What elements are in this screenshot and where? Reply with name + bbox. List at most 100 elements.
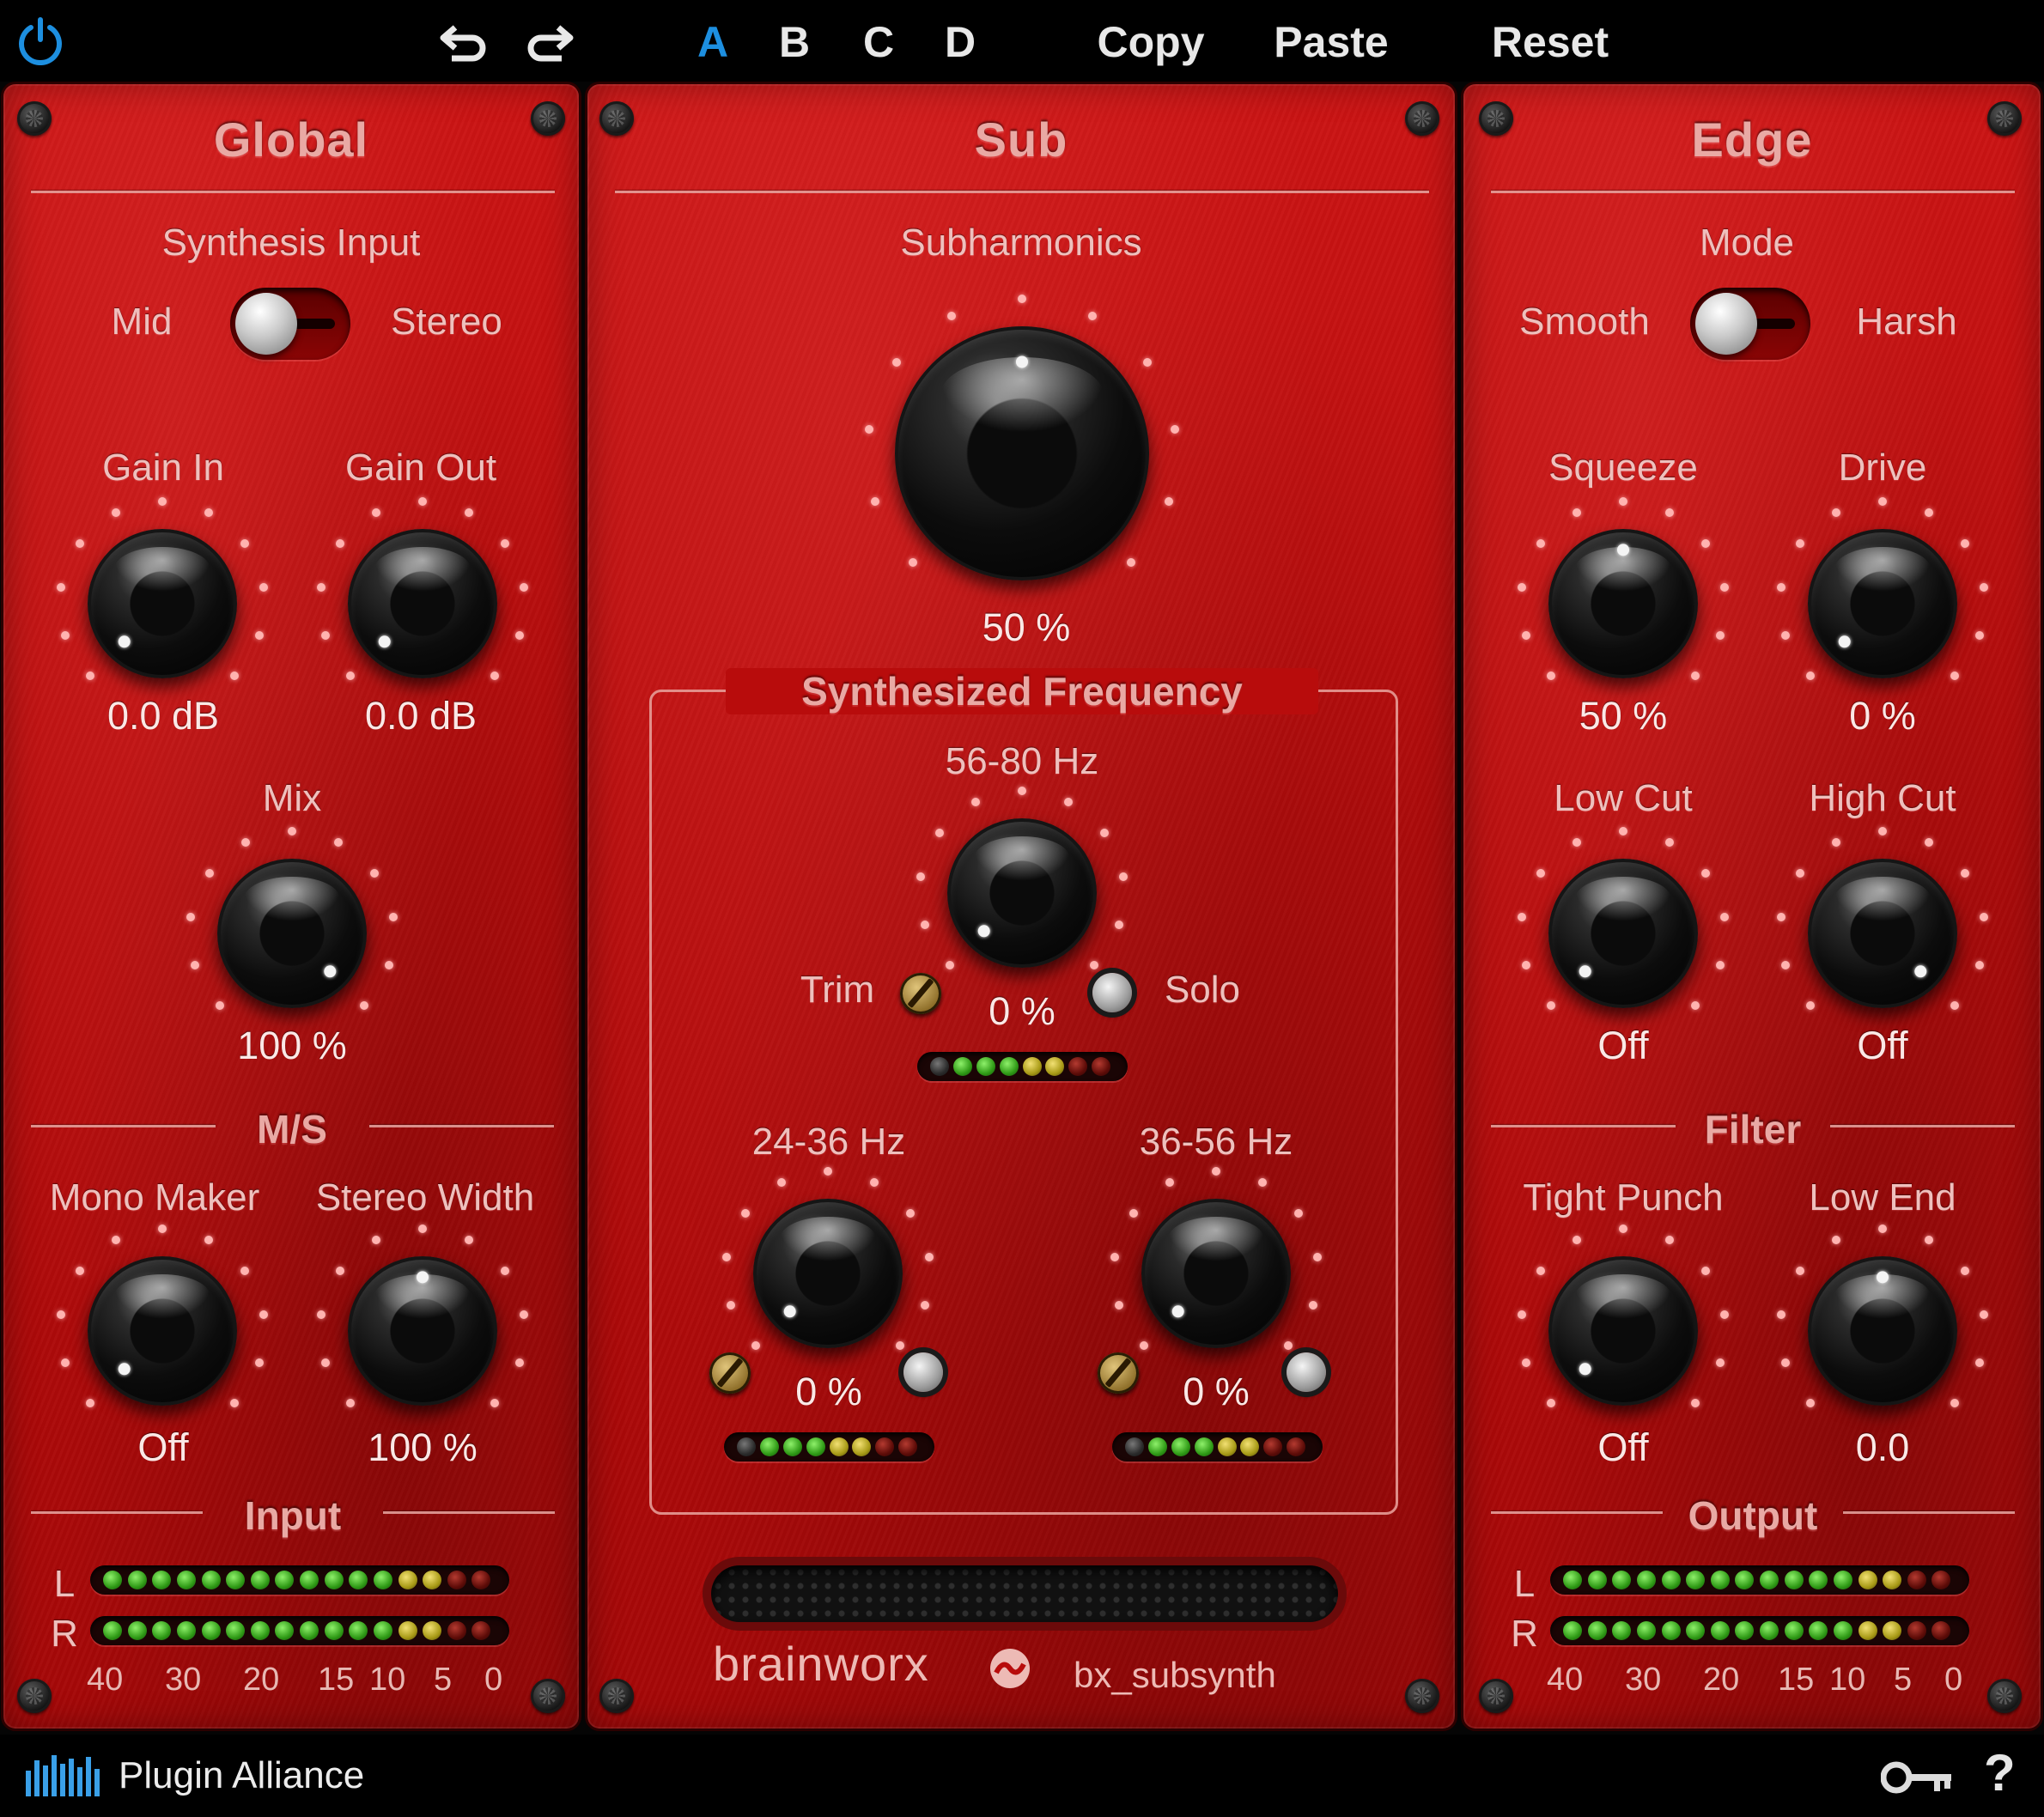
subharmonics-label: Subharmonics <box>900 222 1142 264</box>
redo-icon[interactable] <box>522 19 575 65</box>
band-24-36-trim-screw[interactable] <box>709 1352 751 1394</box>
band-36-56-solo-button[interactable] <box>1287 1352 1326 1392</box>
scale-label: 20 <box>243 1662 280 1698</box>
stereo-width-knob[interactable] <box>348 1256 497 1406</box>
meter-led <box>1068 1057 1088 1076</box>
meter-led <box>1931 1621 1951 1640</box>
meter-led <box>1240 1437 1260 1456</box>
output-meter-l <box>1550 1565 1969 1595</box>
divider <box>31 191 555 193</box>
scale-label: 30 <box>1625 1662 1662 1698</box>
tight-punch-label: Tight Punch <box>1523 1176 1724 1218</box>
mode-toggle[interactable] <box>1690 288 1810 360</box>
undo-icon[interactable] <box>438 19 491 65</box>
meter-led <box>324 1621 344 1640</box>
meter-led <box>226 1621 246 1640</box>
scale-label: 0 <box>1944 1662 1963 1698</box>
help-button[interactable]: ? <box>1984 1743 2016 1802</box>
band-24-36-solo-button[interactable] <box>903 1352 943 1392</box>
preset-b-button[interactable]: B <box>769 0 820 82</box>
drive-knob[interactable] <box>1808 529 1957 678</box>
copy-button[interactable]: Copy <box>1082 0 1220 82</box>
band-36-56-trim-screw[interactable] <box>1098 1352 1139 1394</box>
preset-d-button[interactable]: D <box>934 0 986 82</box>
solo-label: Solo <box>1164 969 1241 1011</box>
mid-label: Mid <box>111 301 173 343</box>
screw-icon <box>1405 1679 1439 1713</box>
meter-led <box>275 1621 295 1640</box>
mode-label: Mode <box>1699 222 1795 264</box>
meter-led <box>423 1621 442 1640</box>
high-cut-value: Off <box>1857 1024 1908 1067</box>
scale-label: 5 <box>1894 1662 1913 1698</box>
meter-led <box>127 1571 147 1589</box>
mix-value: 100 % <box>237 1024 347 1067</box>
meter-led <box>1636 1621 1656 1640</box>
band-36-56-knob[interactable] <box>1141 1199 1291 1348</box>
meter-led <box>471 1621 491 1640</box>
meter-led <box>1612 1621 1632 1640</box>
band-24-36-label: 24-36 Hz <box>751 1121 906 1163</box>
band-24-36-knob[interactable] <box>753 1199 903 1348</box>
squeeze-knob[interactable] <box>1548 529 1698 678</box>
meter-led <box>1833 1621 1852 1640</box>
harsh-label: Harsh <box>1856 301 1957 343</box>
key-icon[interactable] <box>1881 1759 1953 1796</box>
scale-label: 10 <box>369 1662 406 1698</box>
trim-label: Trim <box>800 969 875 1011</box>
mono-maker-knob[interactable] <box>88 1256 237 1406</box>
sub-title: Sub <box>974 112 1068 167</box>
screw-icon <box>599 1679 634 1713</box>
gain-out-knob[interactable] <box>348 529 497 678</box>
meter-led <box>875 1437 895 1456</box>
meter-led <box>1784 1571 1804 1589</box>
meter-r-label: R <box>51 1613 78 1655</box>
meter-led <box>1883 1621 1902 1640</box>
meter-led <box>829 1437 849 1456</box>
band-56-80-trim-screw[interactable] <box>900 973 941 1014</box>
divider <box>1491 191 2015 193</box>
divider <box>31 1511 203 1514</box>
scale-label: 30 <box>165 1662 202 1698</box>
meter-led <box>737 1437 756 1456</box>
tight-punch-knob[interactable] <box>1548 1256 1698 1406</box>
meter-led <box>373 1621 392 1640</box>
scale-label: 40 <box>1547 1662 1584 1698</box>
meter-led <box>1022 1057 1042 1076</box>
gain-in-knob[interactable] <box>88 529 237 678</box>
mix-knob[interactable] <box>217 859 367 1008</box>
brainworx-logo: brainworx <box>713 1637 929 1691</box>
input-meter-l <box>90 1565 509 1595</box>
divider <box>615 191 1429 193</box>
meter-led <box>226 1571 246 1589</box>
meter-led <box>1858 1621 1877 1640</box>
screw-icon <box>1987 1679 2022 1713</box>
divider <box>1830 1125 2015 1127</box>
subharmonics-knob[interactable] <box>895 326 1149 580</box>
preset-a-button[interactable]: A <box>687 0 739 82</box>
synthesis-input-toggle[interactable] <box>230 288 350 360</box>
low-end-label: Low End <box>1809 1176 1956 1218</box>
low-end-knob[interactable] <box>1808 1256 1957 1406</box>
divider <box>1491 1125 1676 1127</box>
meter-led <box>152 1571 172 1589</box>
power-icon[interactable] <box>15 15 65 65</box>
meter-led <box>1125 1437 1144 1456</box>
plugin-alliance-label[interactable]: Plugin Alliance <box>119 1754 364 1797</box>
plugin-alliance-logo-icon[interactable] <box>26 1752 103 1803</box>
divider <box>1491 1511 1663 1514</box>
scale-label: 15 <box>318 1662 355 1698</box>
meter-led <box>349 1571 368 1589</box>
scale-label: 0 <box>484 1662 503 1698</box>
high-cut-knob[interactable] <box>1808 859 1957 1008</box>
scale-label: 40 <box>87 1662 124 1698</box>
meter-led <box>1587 1571 1607 1589</box>
reset-button[interactable]: Reset <box>1477 0 1623 82</box>
band-56-80-knob[interactable] <box>947 818 1097 968</box>
paste-button[interactable]: Paste <box>1262 0 1400 82</box>
preset-c-button[interactable]: C <box>853 0 904 82</box>
edge-title: Edge <box>1691 112 1813 167</box>
meter-led <box>398 1621 417 1640</box>
band-56-80-solo-button[interactable] <box>1092 973 1132 1012</box>
low-cut-knob[interactable] <box>1548 859 1698 1008</box>
